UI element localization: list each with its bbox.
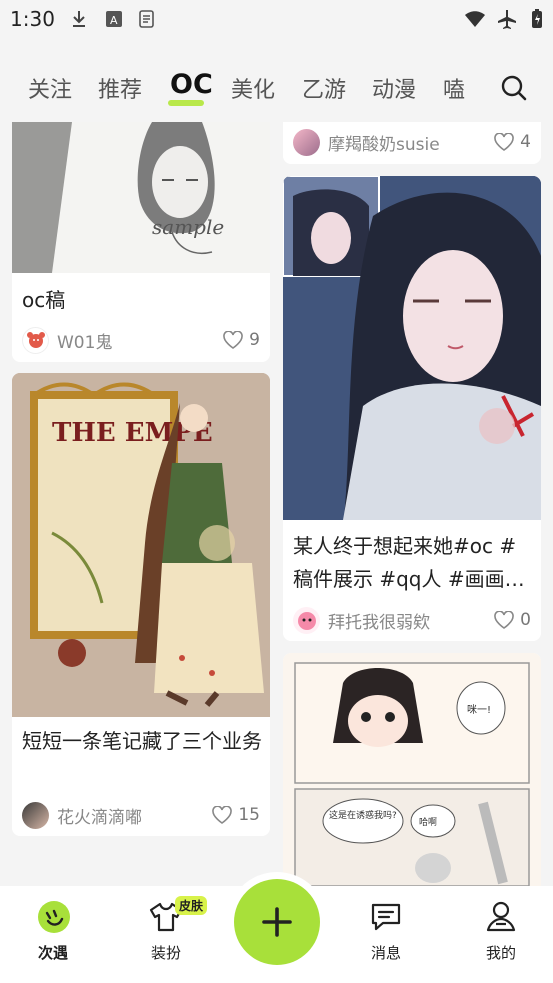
active-tab-underline: [168, 100, 204, 106]
author-name: W01鬼: [57, 332, 113, 353]
status-time: 1:30: [10, 7, 55, 31]
avatar: [22, 326, 49, 354]
svg-text:A: A: [110, 14, 118, 27]
feed-card[interactable]: 某人终于想起来她#oc #稿件展示 #qq人 #画画… 拜托我很弱欸 0: [283, 176, 541, 641]
avatar: [293, 606, 320, 634]
nav-messages[interactable]: 消息: [341, 886, 431, 983]
speech-bubble-text: 咪一!: [467, 704, 491, 716]
like-count[interactable]: 0: [494, 606, 531, 634]
card-author[interactable]: 花火滴滴嘟: [22, 801, 142, 829]
category-tabs: 关注 推荐 OC 美化 乙游 动漫 嗑: [0, 62, 553, 112]
avatar: [22, 801, 49, 829]
skin-badge: 皮肤: [175, 896, 208, 915]
feed-card[interactable]: THE EMPE 短短一条笔记藏了三个业务 花火滴滴嘟 15: [12, 373, 270, 836]
avatar: [293, 128, 320, 156]
comic-image: 咪一! 这是在诱惑我吗? 哈啊: [283, 653, 541, 886]
tab-ship[interactable]: 嗑: [443, 72, 475, 104]
wifi-icon: [465, 11, 485, 27]
like-count[interactable]: 4: [494, 128, 531, 156]
speech-bubble-text: 哈啊: [419, 816, 437, 828]
tab-beautify[interactable]: 美化: [231, 72, 275, 104]
airplane-icon: [498, 10, 516, 29]
card-author[interactable]: 摩羯酸奶susie: [293, 128, 440, 156]
like-number: 0: [520, 610, 531, 630]
plus-icon: [262, 907, 292, 937]
heart-icon: [494, 611, 514, 629]
nav-label: 我的: [485, 944, 516, 962]
like-number: 15: [238, 805, 260, 825]
feed-card[interactable]: 咪一! 这是在诱惑我吗? 哈啊: [283, 653, 541, 886]
nav-profile[interactable]: 我的: [456, 886, 546, 983]
ciyu-icon: [38, 901, 70, 933]
a-app-icon: A: [106, 11, 122, 27]
message-icon: [371, 903, 401, 931]
nav-ciyu[interactable]: 次遇: [8, 886, 98, 983]
feed-card[interactable]: sample oc稿 W01鬼 9: [12, 122, 270, 362]
status-bar: 1:30 A: [0, 0, 553, 40]
download-icon: [73, 11, 85, 27]
like-count[interactable]: 15: [212, 801, 260, 829]
tab-otome-games[interactable]: 乙游: [302, 72, 346, 104]
document-icon: [139, 10, 154, 28]
illustration-image: [283, 176, 541, 520]
heart-icon: [212, 806, 233, 824]
battery-icon: [532, 9, 542, 28]
tab-follow[interactable]: 关注: [28, 72, 72, 104]
tab-oc[interactable]: OC: [170, 69, 213, 100]
nav-label: 消息: [370, 944, 401, 962]
nav-label: 装扮: [150, 944, 181, 962]
card-author[interactable]: 拜托我很弱欸: [293, 606, 430, 634]
card-title: 短短一条笔记藏了三个业务: [22, 729, 262, 753]
heart-icon: [494, 133, 514, 151]
author-name: 拜托我很弱欸: [328, 612, 430, 633]
card-title: 某人终于想起来她#oc #稿件展示 #qq人 #画画…: [293, 534, 525, 591]
tab-anime[interactable]: 动漫: [372, 72, 416, 104]
tab-recommend[interactable]: 推荐: [98, 72, 142, 104]
author-name: 花火滴滴嘟: [57, 807, 142, 828]
svg-text:sample: sample: [152, 215, 224, 239]
create-post-button[interactable]: [234, 879, 320, 965]
illustration-image: THE EMPE: [12, 373, 270, 717]
like-number: 9: [249, 330, 260, 350]
like-count[interactable]: 9: [223, 326, 260, 354]
feed-card[interactable]: 摩羯酸奶susie 4: [283, 122, 541, 164]
like-number: 4: [520, 132, 531, 152]
card-author[interactable]: W01鬼: [22, 326, 112, 354]
speech-bubble-text: 这是在诱惑我吗?: [329, 809, 397, 821]
nav-label: 次遇: [37, 944, 68, 962]
author-name: 摩羯酸奶susie: [328, 134, 440, 155]
search-icon[interactable]: [500, 74, 528, 102]
profile-icon: [486, 901, 516, 932]
card-title: oc稿: [22, 288, 66, 312]
sketch-image: sample: [12, 122, 270, 273]
heart-icon: [223, 331, 243, 349]
